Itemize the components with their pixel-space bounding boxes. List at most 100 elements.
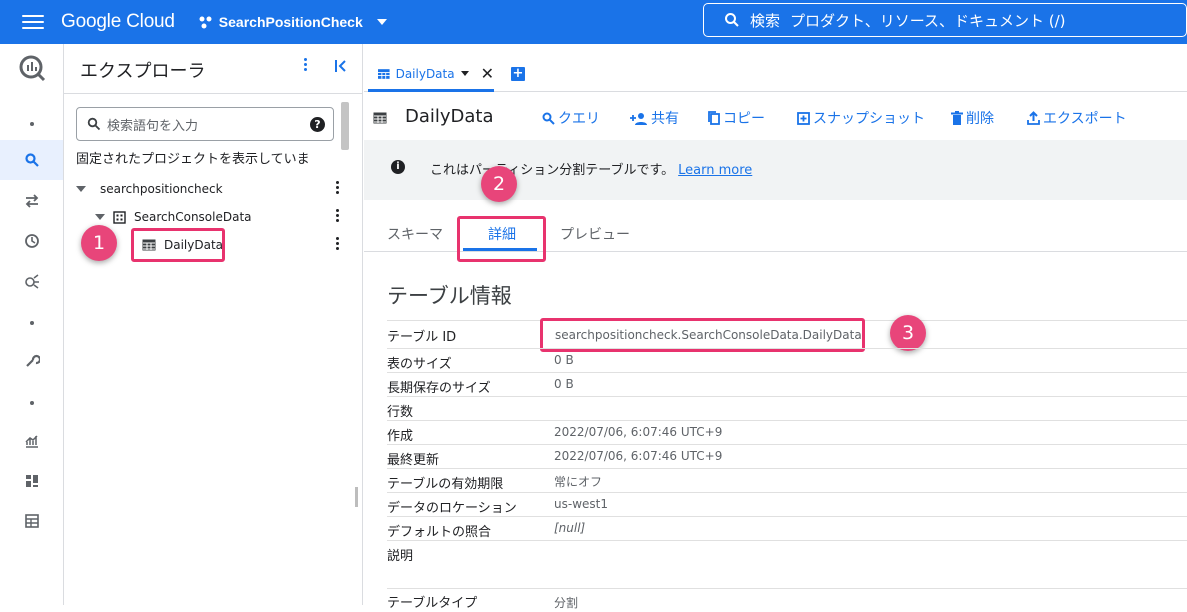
detail-value: 2022/07/06, 6:07:46 UTC+9: [554, 449, 723, 463]
detail-key: テーブルの有効期限: [387, 477, 504, 492]
share-button[interactable]: 共有: [630, 108, 679, 128]
detail-value: 2022/07/06, 6:07:46 UTC+9: [554, 425, 723, 439]
dot-separator: [0, 104, 63, 144]
person-add-icon: [630, 112, 647, 125]
detail-value: 常にオフ: [554, 475, 603, 489]
pinned-projects-text: 固定されたプロジェクトを表示していま: [76, 152, 310, 167]
detail-key: デフォルトの照合: [387, 525, 492, 540]
share-label: 共有: [651, 111, 679, 127]
snapshot-icon: [797, 111, 810, 125]
table-title: DailyData: [405, 106, 494, 127]
collapse-panel-icon[interactable]: [334, 58, 348, 77]
tab-label: DailyData: [395, 66, 455, 81]
main-panel: DailyData ✕ + DailyData クエリ 共有 コピー スナップシ…: [364, 44, 1187, 611]
dataset-icon: [113, 210, 126, 224]
copy-button[interactable]: コピー: [708, 108, 765, 128]
detail-key: 行数: [387, 405, 414, 420]
detail-row: テーブルの有効期限 常にオフ: [387, 468, 1187, 492]
detail-key: 作成: [387, 429, 414, 444]
query-label: クエリ: [558, 111, 600, 127]
more-vert-icon[interactable]: [336, 237, 339, 250]
copy-label: コピー: [723, 111, 765, 127]
table-grid-icon[interactable]: [0, 501, 63, 541]
add-tab-icon[interactable]: +: [511, 67, 525, 81]
resize-handle[interactable]: [355, 487, 358, 507]
dashboard-icon[interactable]: [0, 461, 63, 501]
banner-text: これはパーティション分割テーブルです。 Learn more: [430, 159, 752, 178]
detail-key: テーブル ID: [387, 330, 457, 345]
bigquery-logo-icon[interactable]: [0, 48, 63, 88]
snapshot-label: スナップショット: [813, 111, 925, 127]
detail-row: 行数: [387, 396, 1187, 420]
expand-arrow-icon[interactable]: [76, 186, 86, 192]
menu-icon[interactable]: [22, 15, 44, 29]
export-label: エクスポート: [1043, 111, 1127, 127]
chart-icon[interactable]: [0, 421, 63, 461]
detail-key: 長期保存のサイズ: [387, 381, 491, 396]
tree-project-row[interactable]: searchpositioncheck: [76, 182, 223, 196]
table-icon: [378, 68, 390, 79]
project-name: SearchPositionCheck: [218, 14, 363, 30]
explorer-title: エクスプローラ: [80, 61, 206, 82]
detail-row: データのロケーション us-west1: [387, 492, 1187, 516]
project-selector[interactable]: SearchPositionCheck: [199, 14, 387, 30]
scrollbar[interactable]: [341, 102, 349, 150]
more-vert-icon[interactable]: [304, 58, 307, 71]
tab-schema[interactable]: スキーマ: [387, 224, 443, 244]
banner-message: これはパーティション分割テーブルです。: [430, 163, 675, 178]
export-button[interactable]: エクスポート: [1027, 108, 1127, 128]
detail-row: 長期保存のサイズ 0 B: [387, 372, 1187, 396]
table-icon: [373, 112, 387, 124]
delete-button[interactable]: 削除: [951, 108, 994, 128]
detail-value: [null]: [554, 521, 586, 535]
global-search[interactable]: 検索 プロダクト、リソース、ドキュメント (/): [703, 3, 1187, 37]
project-icon: [199, 16, 212, 29]
transfer-icon[interactable]: [0, 181, 63, 221]
detail-row: デフォルトの照合 [null]: [387, 516, 1187, 540]
search-icon: [725, 13, 739, 27]
detail-row: 説明: [387, 540, 1187, 564]
help-icon[interactable]: ?: [310, 117, 325, 132]
dot-separator: [0, 303, 63, 343]
learn-more-link[interactable]: Learn more: [678, 163, 752, 178]
query-button[interactable]: クエリ: [542, 108, 600, 128]
tab-preview[interactable]: プレビュー: [560, 224, 630, 244]
google-cloud-logo[interactable]: Google Cloud: [61, 11, 175, 33]
dataset-label: SearchConsoleData: [134, 210, 252, 224]
close-icon[interactable]: ✕: [481, 64, 494, 83]
left-nav-rail: [0, 44, 64, 605]
detail-key: 説明: [387, 549, 414, 564]
tab-bar: DailyData ✕ +: [364, 44, 1187, 92]
explorer-panel: エクスプローラ 検索語句を入力 ? 固定されたプロジェクトを表示していま sea…: [64, 44, 363, 605]
copy-icon: [708, 111, 720, 125]
info-icon: i: [391, 160, 405, 174]
step-badge-3: 3: [890, 315, 926, 351]
detail-row: テーブルタイプ 分割: [387, 588, 1187, 612]
spacer-row: [387, 564, 1187, 588]
search-icon: [542, 112, 555, 125]
project-label: searchpositioncheck: [100, 182, 223, 196]
more-vert-icon[interactable]: [336, 209, 339, 222]
expand-arrow-icon[interactable]: [95, 214, 105, 220]
detail-row: 表のサイズ 0 B: [387, 348, 1187, 372]
snapshot-button[interactable]: スナップショット: [797, 108, 925, 128]
delete-label: 削除: [966, 111, 994, 127]
detail-key: 表のサイズ: [387, 357, 452, 372]
more-vert-icon[interactable]: [336, 181, 339, 194]
detail-row: 作成 2022/07/06, 6:07:46 UTC+9: [387, 420, 1187, 444]
analytics-hub-icon[interactable]: [0, 261, 63, 301]
explorer-search-input[interactable]: 検索語句を入力 ?: [76, 107, 334, 141]
chevron-down-icon: [376, 19, 387, 25]
wrench-icon[interactable]: [0, 341, 63, 381]
dot-separator: [0, 383, 63, 423]
tree-dataset-row[interactable]: SearchConsoleData: [95, 210, 252, 224]
step-badge-2: 2: [481, 166, 517, 202]
trash-icon: [951, 111, 963, 125]
chevron-down-icon[interactable]: [460, 71, 469, 76]
search-icon[interactable]: [0, 140, 63, 180]
search-hint: プロダクト、リソース、ドキュメント (/): [790, 11, 1066, 30]
highlight-box-1: [131, 228, 225, 262]
tab-dailydata[interactable]: DailyData ✕: [368, 58, 494, 92]
detail-key: 最終更新: [387, 453, 440, 468]
history-icon[interactable]: [0, 221, 63, 261]
